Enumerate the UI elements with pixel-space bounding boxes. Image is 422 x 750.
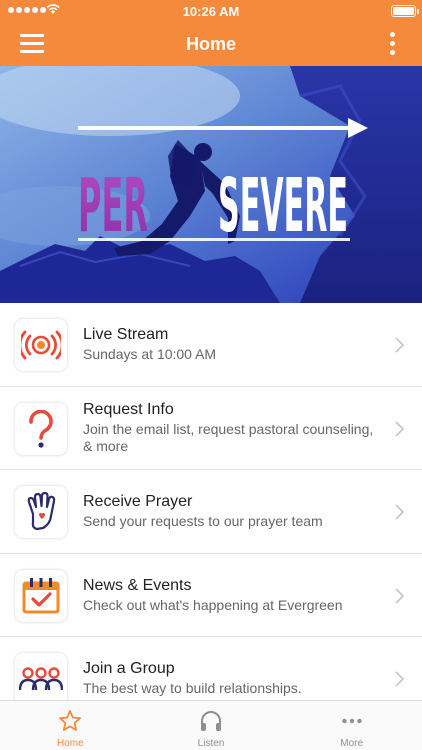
vertical-ellipsis-icon[interactable] xyxy=(390,32,396,56)
item-title: News & Events xyxy=(83,576,192,594)
item-title: Receive Prayer xyxy=(83,493,193,511)
tab-label: Home xyxy=(56,738,84,749)
praying-hand-icon xyxy=(15,486,67,538)
hero-text-severe: SEVERE xyxy=(218,163,348,249)
chevron-right-icon xyxy=(395,420,404,437)
tab-label: More xyxy=(340,738,364,749)
tab-more[interactable]: More xyxy=(281,701,422,750)
battery-icon xyxy=(391,5,419,17)
item-subtitle: Join the email list, request pastoral co… xyxy=(83,421,374,455)
headphones-icon xyxy=(201,711,221,731)
broadcast-icon xyxy=(15,319,67,371)
nav-bar: Home xyxy=(0,22,422,66)
item-subtitle: Check out what's happening at Evergreen xyxy=(83,596,343,613)
list-item-live-stream[interactable]: Live Stream Sundays at 10:00 AM xyxy=(0,303,422,387)
star-icon xyxy=(59,710,82,731)
list-item-request-info[interactable]: Request Info Join the email list, reques… xyxy=(0,387,422,470)
chevron-right-icon xyxy=(395,671,404,687)
hero-text-per: PER xyxy=(78,163,148,249)
item-subtitle: Sundays at 10:00 AM xyxy=(83,346,217,363)
status-bar: 10:26 AM xyxy=(0,0,422,22)
chevron-right-icon xyxy=(395,587,404,604)
item-title: Join a Group xyxy=(83,660,175,678)
page-title: Home xyxy=(185,34,236,54)
tab-bar: Home Listen More xyxy=(0,700,422,750)
item-title: Live Stream xyxy=(83,326,169,344)
question-mark-icon xyxy=(15,402,67,455)
item-subtitle: Send your requests to our prayer team xyxy=(83,513,323,530)
status-time: 10:26 AM xyxy=(182,4,240,19)
calendar-check-icon xyxy=(15,569,67,622)
ellipsis-icon xyxy=(341,718,362,724)
home-menu-list: Live Stream Sundays at 10:00 AM Request … xyxy=(0,303,422,721)
hero-image: PER SEVERE xyxy=(0,66,422,303)
hero-banner[interactable]: PER SEVERE xyxy=(0,66,422,303)
tab-label: Listen xyxy=(197,738,225,749)
chevron-right-icon xyxy=(395,504,404,520)
list-item-receive-prayer[interactable]: Receive Prayer Send your requests to our… xyxy=(0,470,422,554)
item-title: Request Info xyxy=(83,401,174,419)
group-people-icon xyxy=(15,653,67,705)
list-item-news-events[interactable]: News & Events Check out what's happening… xyxy=(0,554,422,637)
tab-listen[interactable]: Listen xyxy=(141,701,282,750)
tab-home[interactable]: Home xyxy=(0,701,141,750)
chevron-right-icon xyxy=(395,337,404,353)
item-subtitle: The best way to build relationships. xyxy=(83,680,302,697)
